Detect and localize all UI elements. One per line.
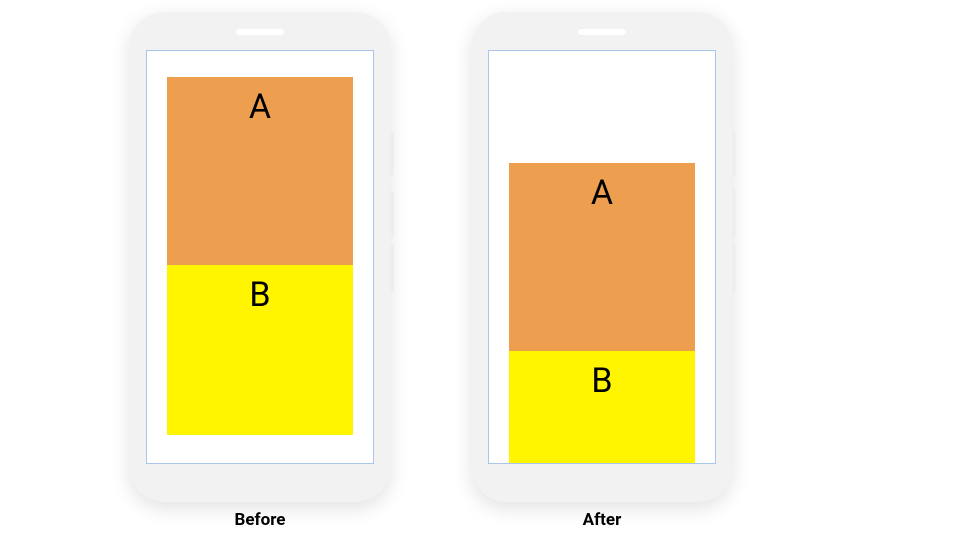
phone-speaker [578,29,626,35]
phone-side-button [390,190,394,238]
block-label: A [591,173,613,213]
phone-viewport: A B [488,50,716,464]
caption-after: After [583,510,622,530]
block-b: B [509,351,695,463]
phone-side-button [390,132,394,176]
phone-side-button [732,244,736,292]
phone-side-button [390,244,394,292]
block-label: B [249,275,270,315]
phone-viewport: A B [146,50,374,464]
phone-before: A B Before [130,12,390,530]
phone-frame: A B [472,12,732,502]
phone-frame: A B [130,12,390,502]
phone-side-button [732,190,736,238]
block-label: B [591,361,612,401]
block-a: A [509,163,695,351]
phone-speaker [236,29,284,35]
caption-before: Before [235,510,286,530]
phone-side-button [732,132,736,176]
block-a: A [167,77,353,265]
block-b: B [167,265,353,435]
phone-after: A B After [472,12,732,530]
block-label: A [249,87,271,127]
